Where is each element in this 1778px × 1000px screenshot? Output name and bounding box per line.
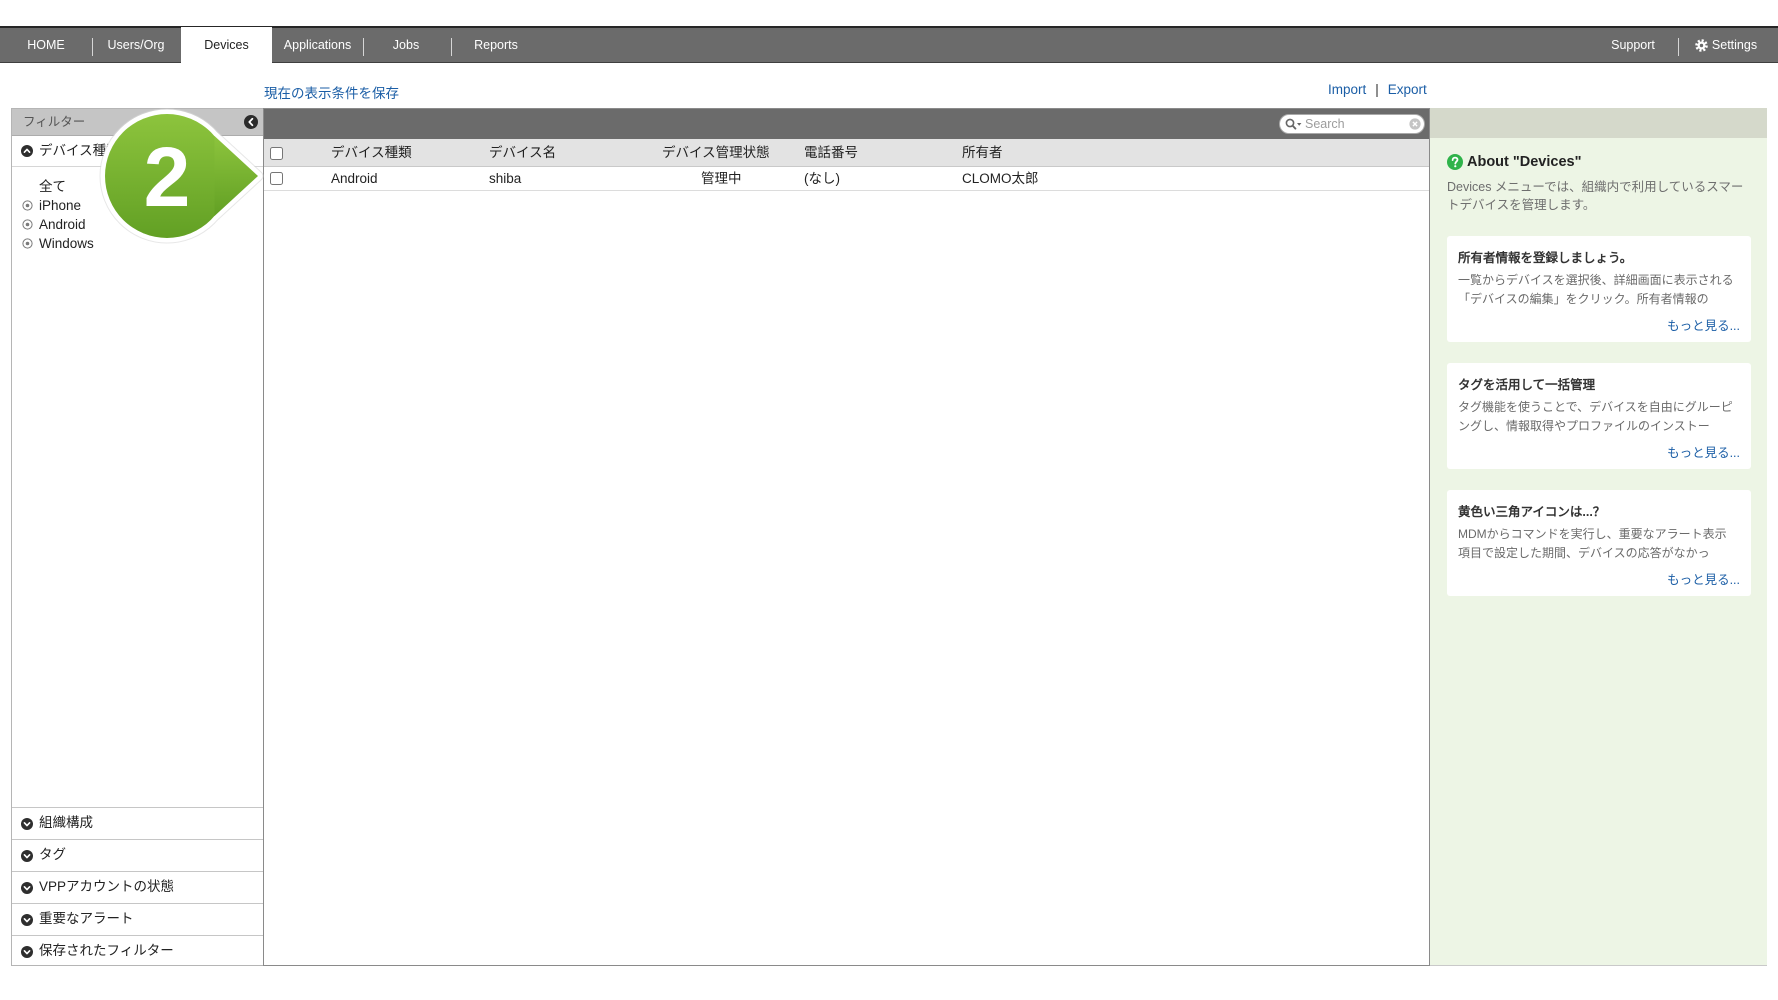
read-more-link[interactable]: もっと見る...: [1667, 569, 1740, 588]
help-card-title: 黄色い三角アイコンは...？: [1458, 505, 1606, 519]
help-card-title: 所有者情報を登録しましょう。: [1458, 251, 1633, 265]
filter-section-label: 重要なアラート: [39, 911, 134, 926]
filter-option-label: Windows: [39, 236, 94, 251]
chevron-down-circle-icon: [21, 914, 33, 926]
cell-management-status: 管理中: [701, 171, 742, 186]
help-card-body: 一覧からデバイスを選択後、詳細画面に表示される「デバイスの編集」をクリック。所有…: [1458, 273, 1734, 306]
help-card: タグを活用して一括管理 タグ機能を使うことで、デバイスを自由にグルーピングし、情…: [1447, 363, 1751, 469]
question-icon: [1447, 154, 1463, 170]
chevron-down-circle-icon: [21, 818, 33, 830]
top-nav-bar: HOME Users/Org Devices Applications Jobs…: [0, 27, 1778, 63]
column-header-device-type[interactable]: デバイス種類: [331, 139, 412, 167]
cell-device-name: shiba: [489, 171, 522, 186]
radio-icon: [22, 219, 33, 230]
nav-separator: [1678, 38, 1679, 56]
column-header-management-status[interactable]: デバイス管理状態: [662, 139, 770, 167]
nav-separator: [92, 38, 93, 56]
radio-icon: [22, 200, 33, 211]
nav-settings[interactable]: Settings: [1688, 28, 1764, 62]
chevron-up-circle-icon: [21, 145, 33, 157]
nav-devices[interactable]: Devices: [181, 27, 272, 63]
nav-support[interactable]: Support: [1593, 28, 1673, 62]
table-header: デバイス種類 デバイス名 デバイス管理状態 電話番号 所有者: [264, 139, 1429, 167]
column-header-owner[interactable]: 所有者: [962, 139, 1003, 167]
callout-number: 2: [144, 130, 191, 224]
radio-icon: [22, 238, 33, 249]
column-header-phone-number[interactable]: 電話番号: [804, 139, 858, 167]
search-icon[interactable]: [1285, 118, 1303, 130]
link-divider: |: [1375, 82, 1379, 97]
step-callout: 2: [95, 100, 275, 256]
table-row[interactable]: Android shiba 管理中 (なし) CLOMO太郎: [264, 167, 1429, 191]
nav-settings-label: Settings: [1711, 38, 1758, 52]
gear-icon: [1695, 38, 1708, 52]
nav-applications[interactable]: Applications: [272, 28, 363, 62]
read-more-link[interactable]: もっと見る...: [1667, 315, 1740, 334]
nav-separator: [363, 38, 364, 56]
nav-reports[interactable]: Reports: [456, 28, 536, 62]
help-card: 所有者情報を登録しましょう。 一覧からデバイスを選択後、詳細画面に表示される「デ…: [1447, 236, 1751, 342]
filter-option-label: iPhone: [39, 198, 82, 213]
filter-section-label: タグ: [39, 847, 66, 862]
filter-option-label: 全て: [39, 179, 66, 194]
clear-icon[interactable]: [1409, 118, 1421, 130]
chevron-down-circle-icon: [21, 850, 33, 862]
chevron-down-circle-icon: [21, 946, 33, 958]
nav-jobs[interactable]: Jobs: [366, 28, 446, 62]
filter-section-organization[interactable]: 組織構成: [12, 807, 263, 839]
filter-section-tags[interactable]: タグ: [12, 839, 263, 871]
filter-option-label: Android: [39, 217, 86, 232]
filter-section-vpp-account[interactable]: VPPアカウントの状態: [12, 871, 263, 903]
filter-title: フィルター: [23, 115, 86, 129]
export-link[interactable]: Export: [1388, 82, 1427, 97]
cell-phone-number: (なし): [804, 171, 840, 186]
column-header-device-name[interactable]: デバイス名: [489, 139, 556, 167]
nav-users-org[interactable]: Users/Org: [96, 28, 176, 62]
read-more-link[interactable]: もっと見る...: [1667, 442, 1740, 461]
nav-home[interactable]: HOME: [6, 28, 86, 62]
filter-section-label: 組織構成: [39, 815, 93, 830]
filter-section-saved-filters[interactable]: 保存されたフィルター: [12, 935, 263, 965]
device-list-panel: デバイス種類 デバイス名 デバイス管理状態 電話番号 所有者 Android s…: [263, 108, 1430, 966]
help-card-body: タグ機能を使うことで、デバイスを自由にグルーピングし、情報取得やプロファイルのイ…: [1458, 400, 1733, 433]
help-panel-header: [1430, 108, 1767, 138]
import-export-links: Import | Export: [1328, 82, 1427, 97]
cell-device-type: Android: [331, 171, 378, 186]
cell-owner: CLOMO太郎: [962, 171, 1039, 186]
help-description: Devices メニューでは、組織内で利用しているスマートデバイスを管理します。: [1447, 180, 1744, 212]
help-card-title: タグを活用して一括管理: [1458, 378, 1596, 392]
nav-separator: [451, 38, 452, 56]
filter-section-critical-alerts[interactable]: 重要なアラート: [12, 903, 263, 935]
help-card: 黄色い三角アイコンは...？ MDMからコマンドを実行し、重要なアラート表示項目…: [1447, 490, 1751, 596]
filter-section-label: VPPアカウントの状態: [39, 879, 175, 894]
list-toolbar: [264, 109, 1429, 139]
chevron-down-circle-icon: [21, 882, 33, 894]
search-input[interactable]: [1305, 116, 1403, 132]
help-panel: About "Devices" Devices メニューでは、組織内で利用してい…: [1430, 108, 1767, 966]
help-title: About "Devices": [1467, 154, 1582, 170]
help-card-body: MDMからコマンドを実行し、重要なアラート表示項目で設定した期間、デバイスの応答…: [1458, 527, 1727, 560]
import-link[interactable]: Import: [1328, 82, 1366, 97]
save-view-link[interactable]: 現在の表示条件を保存: [264, 82, 399, 102]
filter-section-label: 保存されたフィルター: [39, 943, 174, 958]
search-box[interactable]: [1279, 114, 1425, 134]
